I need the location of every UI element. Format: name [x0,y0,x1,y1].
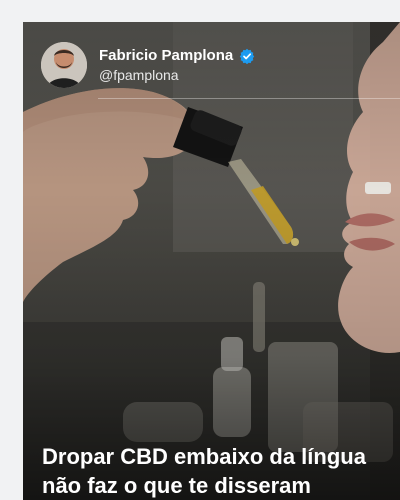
headline-line-1: Dropar CBD embaixo da língua [42,444,366,469]
verified-badge-icon [240,48,255,64]
author-avatar[interactable] [41,42,87,88]
post-card[interactable]: Fabricio Pamplona @fpamplona Dropar CBD … [23,22,400,500]
post-headline: Dropar CBD embaixo da língua não faz o q… [42,442,400,500]
author-info: Fabricio Pamplona @fpamplona [99,47,255,84]
post-header: Fabricio Pamplona @fpamplona [41,42,255,88]
avatar-portrait [41,42,87,88]
header-divider [98,98,400,99]
author-handle[interactable]: @fpamplona [99,66,255,84]
author-name-row: Fabricio Pamplona [99,47,255,65]
image-overlay [23,22,400,500]
author-name[interactable]: Fabricio Pamplona [99,47,233,65]
headline-line-2: não faz o que te disseram [42,473,311,498]
